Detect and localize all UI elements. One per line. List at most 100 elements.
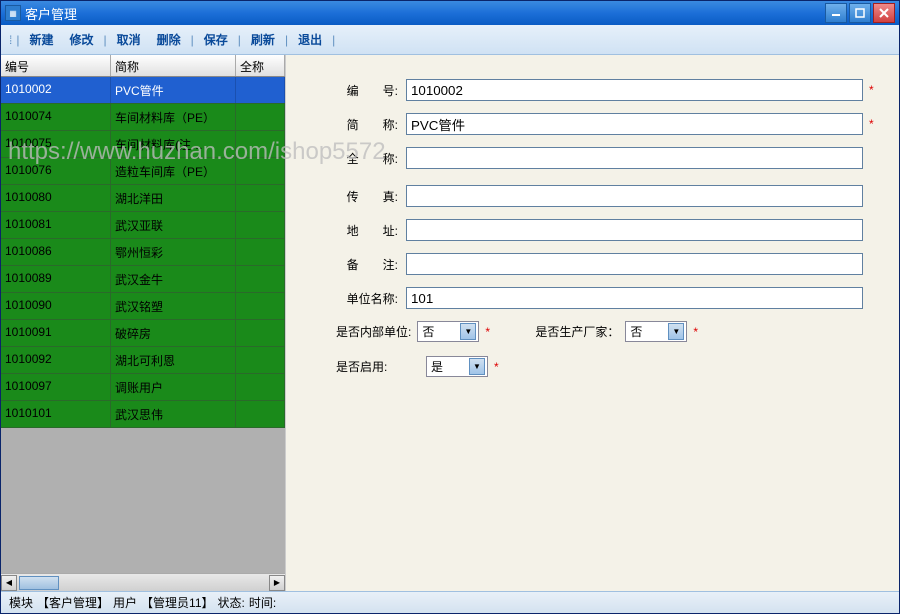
cell-id: 1010074 xyxy=(1,104,111,130)
label-addr: 地 址: xyxy=(336,222,406,239)
cell-full xyxy=(236,347,285,373)
id-field[interactable] xyxy=(406,79,863,101)
enabled-select[interactable]: 是 ▼ xyxy=(426,356,488,377)
required-mark: * xyxy=(485,325,495,339)
cell-id: 1010081 xyxy=(1,212,111,238)
table-row[interactable]: 1010086鄂州恒彩 xyxy=(1,239,285,266)
label-full: 全 称: xyxy=(336,150,406,167)
cell-short: 车间材料库(注… xyxy=(111,131,236,157)
maximize-button[interactable] xyxy=(849,3,871,23)
form-pane: 编 号: * 简 称: * 全 称: 传 真: 地 址: xyxy=(286,55,899,591)
cell-full xyxy=(236,293,285,319)
save-button[interactable]: 保存 xyxy=(196,29,236,50)
status-time-label: 时间: xyxy=(249,594,276,611)
required-mark: * xyxy=(693,325,703,339)
refresh-button[interactable]: 刷新 xyxy=(243,29,283,50)
internal-value: 否 xyxy=(422,323,460,340)
addr-field[interactable] xyxy=(406,219,863,241)
unit-field[interactable] xyxy=(406,287,863,309)
table-row[interactable]: 1010101武汉思伟 xyxy=(1,401,285,428)
table-row[interactable]: 1010075车间材料库(注… xyxy=(1,131,285,158)
table-row[interactable]: 1010074车间材料库（PE） xyxy=(1,104,285,131)
col-header-short[interactable]: 简称 xyxy=(111,55,236,76)
cell-id: 1010091 xyxy=(1,320,111,346)
cell-id: 1010090 xyxy=(1,293,111,319)
chevron-down-icon: ▼ xyxy=(668,323,684,340)
manufacturer-select[interactable]: 否 ▼ xyxy=(625,321,687,342)
cell-full xyxy=(236,401,285,427)
grid-pane: 编号 简称 全称 1010002PVC管件1010074车间材料库（PE）101… xyxy=(1,55,286,591)
cell-id: 1010080 xyxy=(1,185,111,211)
label-unit: 单位名称: xyxy=(336,290,406,307)
cell-short: 破碎房 xyxy=(111,320,236,346)
status-module-label: 模块 xyxy=(9,594,33,611)
manufacturer-value: 否 xyxy=(630,323,668,340)
table-row[interactable]: 1010002PVC管件 xyxy=(1,77,285,104)
cell-id: 1010089 xyxy=(1,266,111,292)
table-row[interactable]: 1010091破碎房 xyxy=(1,320,285,347)
cell-id: 1010075 xyxy=(1,131,111,157)
toolbar: ⁞ | 新建 修改 | 取消 删除 | 保存 | 刷新 | 退出 | xyxy=(1,25,899,55)
cell-short: 鄂州恒彩 xyxy=(111,239,236,265)
exit-button[interactable]: 退出 xyxy=(290,29,330,50)
cell-id: 1010097 xyxy=(1,374,111,400)
label-fax: 传 真: xyxy=(336,188,406,205)
table-row[interactable]: 1010080湖北洋田 xyxy=(1,185,285,212)
cell-short: PVC管件 xyxy=(111,77,236,103)
table-row[interactable]: 1010097调账用户 xyxy=(1,374,285,401)
cell-short: 湖北可利恩 xyxy=(111,347,236,373)
cell-full xyxy=(236,77,285,103)
new-button[interactable]: 新建 xyxy=(21,29,61,50)
enabled-value: 是 xyxy=(431,358,469,375)
table-row[interactable]: 1010081武汉亚联 xyxy=(1,212,285,239)
cell-id: 1010092 xyxy=(1,347,111,373)
delete-button[interactable]: 删除 xyxy=(149,29,189,50)
scroll-left-icon[interactable]: ◀ xyxy=(1,575,17,591)
cell-short: 湖北洋田 xyxy=(111,185,236,211)
cell-short: 调账用户 xyxy=(111,374,236,400)
label-enabled: 是否启用: xyxy=(336,358,420,375)
scroll-thumb[interactable] xyxy=(19,576,59,590)
label-id: 编 号: xyxy=(336,82,406,99)
cell-id: 1010101 xyxy=(1,401,111,427)
internal-select[interactable]: 否 ▼ xyxy=(417,321,479,342)
cell-full xyxy=(236,158,285,184)
cell-short: 武汉亚联 xyxy=(111,212,236,238)
label-internal: 是否内部单位: xyxy=(336,323,411,340)
cell-short: 武汉金牛 xyxy=(111,266,236,292)
app-icon: ▦ xyxy=(5,5,21,21)
cancel-button[interactable]: 取消 xyxy=(109,29,149,50)
chevron-down-icon: ▼ xyxy=(460,323,476,340)
window-title: 客户管理 xyxy=(25,4,825,23)
cell-full xyxy=(236,131,285,157)
status-user-label: 用户 xyxy=(113,594,137,611)
cell-short: 武汉思伟 xyxy=(111,401,236,427)
required-mark: * xyxy=(494,360,504,374)
cell-id: 1010002 xyxy=(1,77,111,103)
table-row[interactable]: 1010089武汉金牛 xyxy=(1,266,285,293)
table-row[interactable]: 1010090武汉铭塑 xyxy=(1,293,285,320)
horizontal-scrollbar[interactable]: ◀ ▶ xyxy=(1,573,285,591)
grid-header: 编号 简称 全称 xyxy=(1,55,285,77)
cell-full xyxy=(236,320,285,346)
scroll-right-icon[interactable]: ▶ xyxy=(269,575,285,591)
cell-full xyxy=(236,212,285,238)
fax-field[interactable] xyxy=(406,185,863,207)
col-header-id[interactable]: 编号 xyxy=(1,55,111,76)
minimize-button[interactable] xyxy=(825,3,847,23)
table-row[interactable]: 1010076造粒车间库（PE） xyxy=(1,158,285,185)
cell-short: 车间材料库（PE） xyxy=(111,104,236,130)
close-button[interactable] xyxy=(873,3,895,23)
short-field[interactable] xyxy=(406,113,863,135)
edit-button[interactable]: 修改 xyxy=(61,29,101,50)
cell-id: 1010086 xyxy=(1,239,111,265)
col-header-full[interactable]: 全称 xyxy=(236,55,285,76)
cell-id: 1010076 xyxy=(1,158,111,184)
table-row[interactable]: 1010092湖北可利恩 xyxy=(1,347,285,374)
required-mark: * xyxy=(869,117,879,131)
remark-field[interactable] xyxy=(406,253,863,275)
chevron-down-icon: ▼ xyxy=(469,358,485,375)
cell-short: 造粒车间库（PE） xyxy=(111,158,236,184)
grid-body[interactable]: 1010002PVC管件1010074车间材料库（PE）1010075车间材料库… xyxy=(1,77,285,573)
full-field[interactable] xyxy=(406,147,863,169)
